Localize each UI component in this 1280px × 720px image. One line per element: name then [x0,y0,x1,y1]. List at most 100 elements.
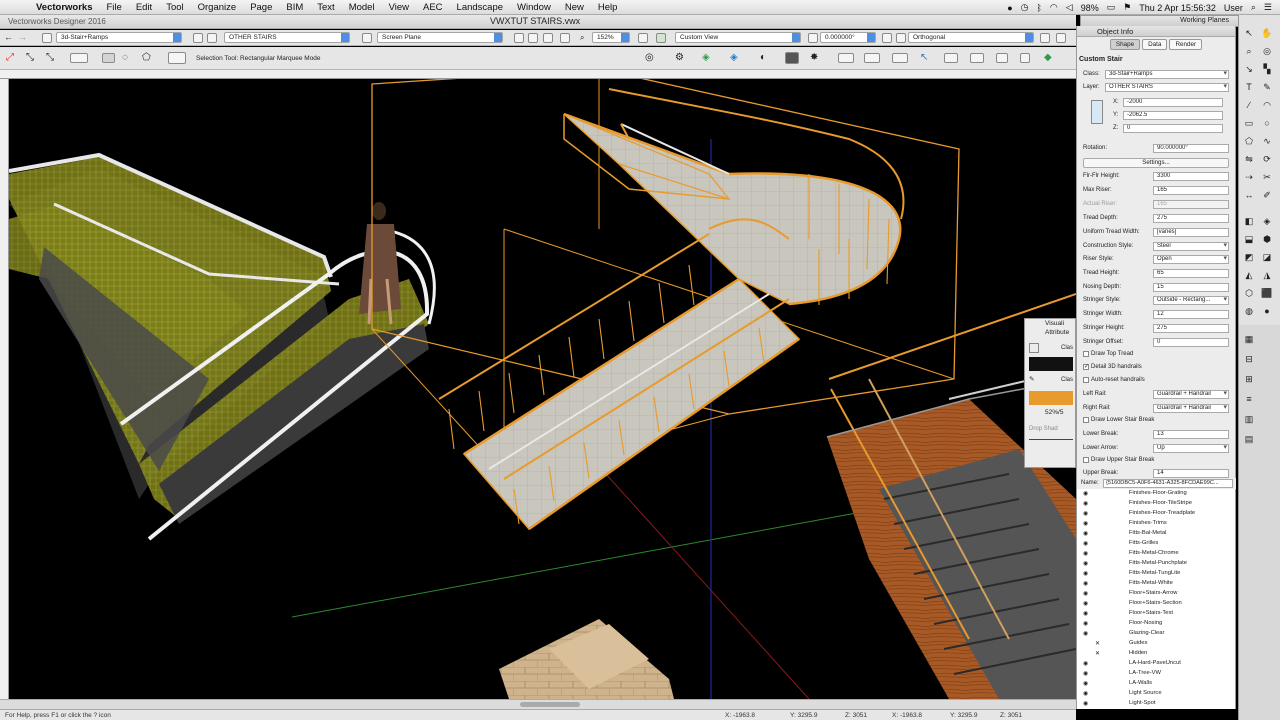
eye-icon[interactable]: ◉ [1083,690,1088,697]
3d-polygon-icon[interactable]: ⬡ [1243,287,1255,299]
list-item[interactable]: ◉ Floor+Stairs-Arrow [1077,589,1235,599]
interactive-scaling-icon[interactable]: ⤡ [26,52,34,63]
layer-select[interactable]: OTHER STAIRS [224,32,350,43]
mesh-icon[interactable]: ⬢ [1261,233,1273,245]
opacity-value[interactable]: 52%/5 [1045,409,1063,416]
cylinder-icon[interactable]: ◍ [1243,305,1255,317]
layer-icon[interactable] [193,33,203,43]
user-name[interactable]: User [1224,3,1243,13]
list-item[interactable]: ◉ Light-Spot [1077,699,1235,709]
pen-icon[interactable]: ✎ [1029,375,1039,385]
rotation-field[interactable]: 90.000000° [1153,144,1229,153]
list-item[interactable]: ◉ Finishes-Floor-TileStripe [1077,499,1235,509]
lower-arrow-select[interactable]: Up [1153,444,1229,453]
stair-tool-icon[interactable]: ≡ [1243,393,1255,405]
eye-icon[interactable]: ◉ [1083,590,1088,597]
list-item[interactable]: ◉ Fitts-Metal-Punchplate [1077,559,1235,569]
screen-icon[interactable] [970,53,984,63]
rotate-mode-icon[interactable]: ⤢ [6,52,14,63]
hidden-x-icon[interactable]: ✕ [1095,650,1100,657]
extrude-icon[interactable]: ◧ [1243,215,1255,227]
draw-upper-break-checkbox[interactable]: Draw Upper Stair Break [1083,456,1235,466]
shell-icon[interactable]: ◩ [1243,251,1255,263]
callout-icon[interactable]: ✎ [1261,81,1273,93]
rotate-tool-icon[interactable]: ⟳ [1261,153,1273,165]
flr-flr-height-field[interactable]: 3300 [1153,172,1229,181]
list-item[interactable]: ◉ LA-Walls [1077,679,1235,689]
eye-icon[interactable]: ◉ [1083,570,1088,577]
3d-model-view[interactable] [9,79,1076,699]
scroll-thumb[interactable] [520,702,580,707]
flag-icon[interactable]: ⚑ [1123,2,1131,13]
left-glass-stair[interactable] [9,152,436,541]
zoom-glass-icon[interactable]: ⌕ [580,33,584,43]
list-item[interactable]: ◉ Finishes-Floor-Grating [1077,489,1235,499]
back-arrow-icon[interactable]: ← [4,32,13,42]
snap-loci-icon[interactable]: ◈ [730,52,738,63]
ruler-vertical[interactable] [0,79,9,699]
list-item[interactable]: ✕ Hidden [1077,649,1235,659]
sweep-icon[interactable]: ◈ [1261,215,1273,227]
page-icon[interactable] [1020,53,1030,63]
offset-icon[interactable]: ⇢ [1243,171,1255,183]
circle-tool-icon[interactable]: ○ [1261,117,1273,129]
construction-style-select[interactable]: Steel [1153,242,1229,251]
list-item[interactable]: ◉ Fitts-Grilles [1077,539,1235,549]
class-field[interactable]: 3d-Stair+Ramps [1105,70,1229,79]
stringer-offset-field[interactable]: 0 [1153,338,1229,347]
sphere-icon[interactable]: ● [1261,305,1273,317]
tab-data[interactable]: Data [1142,39,1168,50]
flyover-tool-icon[interactable]: ◎ [1261,45,1273,57]
forward-arrow-icon[interactable]: → [18,32,27,42]
tread-depth-field[interactable]: 275 [1153,214,1229,223]
polygon-tool-icon[interactable]: ⬠ [1243,135,1255,147]
mirror-icon[interactable]: ⇋ [1243,153,1255,165]
display-icon[interactable] [892,53,908,63]
trim-icon[interactable]: ✂ [1261,171,1273,183]
menu-app-name[interactable]: Vectorworks [36,2,93,13]
draw-lower-break-checkbox[interactable]: Draw Lower Stair Break [1083,416,1235,426]
list-item[interactable]: ◉ Glazing-Clear [1077,629,1235,639]
projection-select[interactable]: Orthogonal [908,32,1034,43]
menu-file[interactable]: File [107,2,122,13]
column-tool-icon[interactable]: ▥ [1243,413,1255,425]
eyedropper-icon[interactable]: ✐ [1261,189,1273,201]
eye-icon[interactable]: ◉ [1083,510,1088,517]
pen-color-swatch[interactable] [1029,391,1073,405]
list-item[interactable]: ◉ Fitts-Bal-Metal [1077,529,1235,539]
list-item[interactable]: ◉ Light Source [1077,689,1235,699]
y-field[interactable]: -2062.5 [1123,111,1223,120]
eye-icon[interactable]: ◉ [1083,620,1088,627]
fillet-icon[interactable]: ◪ [1261,251,1273,263]
tab-render[interactable]: Render [1169,39,1203,50]
flyover-icon[interactable] [514,33,524,43]
layers-icon[interactable]: ◆ [1044,52,1052,63]
eye-icon[interactable]: ◉ [1083,500,1088,507]
clock[interactable]: Thu 2 Apr 15:56:32 [1139,3,1216,13]
plane-select[interactable]: Screen Plane [377,32,503,43]
pan-icon[interactable]: ✋ [1261,27,1273,39]
taper-icon[interactable]: ◭ [1243,269,1255,281]
stringer-style-select[interactable]: Outside - Rectang... [1153,296,1229,305]
class-icon[interactable] [42,33,52,43]
list-item[interactable]: ◉ LA-Hard-PaveUncut [1077,659,1235,669]
riser-style-select[interactable]: Open [1153,255,1229,264]
menu-new[interactable]: New [565,2,584,13]
cube-icon[interactable]: ⬛ [1261,287,1273,299]
render-icon[interactable] [1040,33,1050,43]
list-item[interactable]: ◉ Floor+Stairs-Text [1077,609,1235,619]
eye-icon[interactable]: ◉ [1083,700,1088,707]
detail-3d-handrails-checkbox[interactable]: ✓ Detail 3D handrails [1083,363,1235,373]
settings-gear-icon[interactable]: ⚙ [675,52,684,63]
grid-icon[interactable] [944,53,958,63]
zoom-tool-icon[interactable]: ⌕ [1243,45,1255,57]
stone-steps[interactable] [499,619,674,699]
nosing-depth-field[interactable]: 15 [1153,283,1229,292]
loft-icon[interactable]: ◮ [1261,269,1273,281]
bluetooth-icon[interactable]: ᛒ [1037,3,1042,13]
polygon-marquee-icon[interactable]: ⬠ [142,52,151,63]
eye-icon[interactable]: ◉ [1083,530,1088,537]
slab-tool-icon[interactable]: ▤ [1243,433,1255,445]
list-item[interactable]: ◉ Finishes-Floor-Treadplate [1077,509,1235,519]
rotation-field[interactable]: 0.000000° [820,32,876,43]
